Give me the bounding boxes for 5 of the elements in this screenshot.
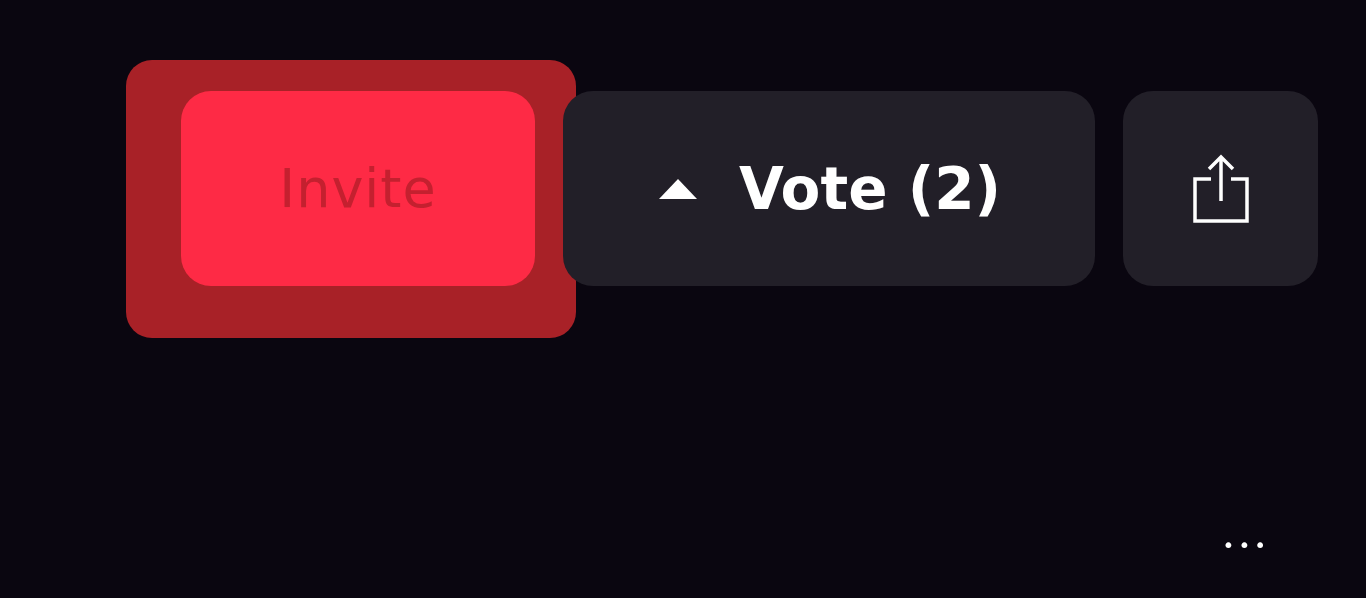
more-button[interactable]: ••• xyxy=(1222,533,1270,557)
share-button[interactable] xyxy=(1123,91,1318,286)
vote-button[interactable]: Vote (2) xyxy=(563,91,1095,286)
vote-label: Vote (2) xyxy=(738,154,1002,223)
share-icon xyxy=(1190,152,1251,225)
